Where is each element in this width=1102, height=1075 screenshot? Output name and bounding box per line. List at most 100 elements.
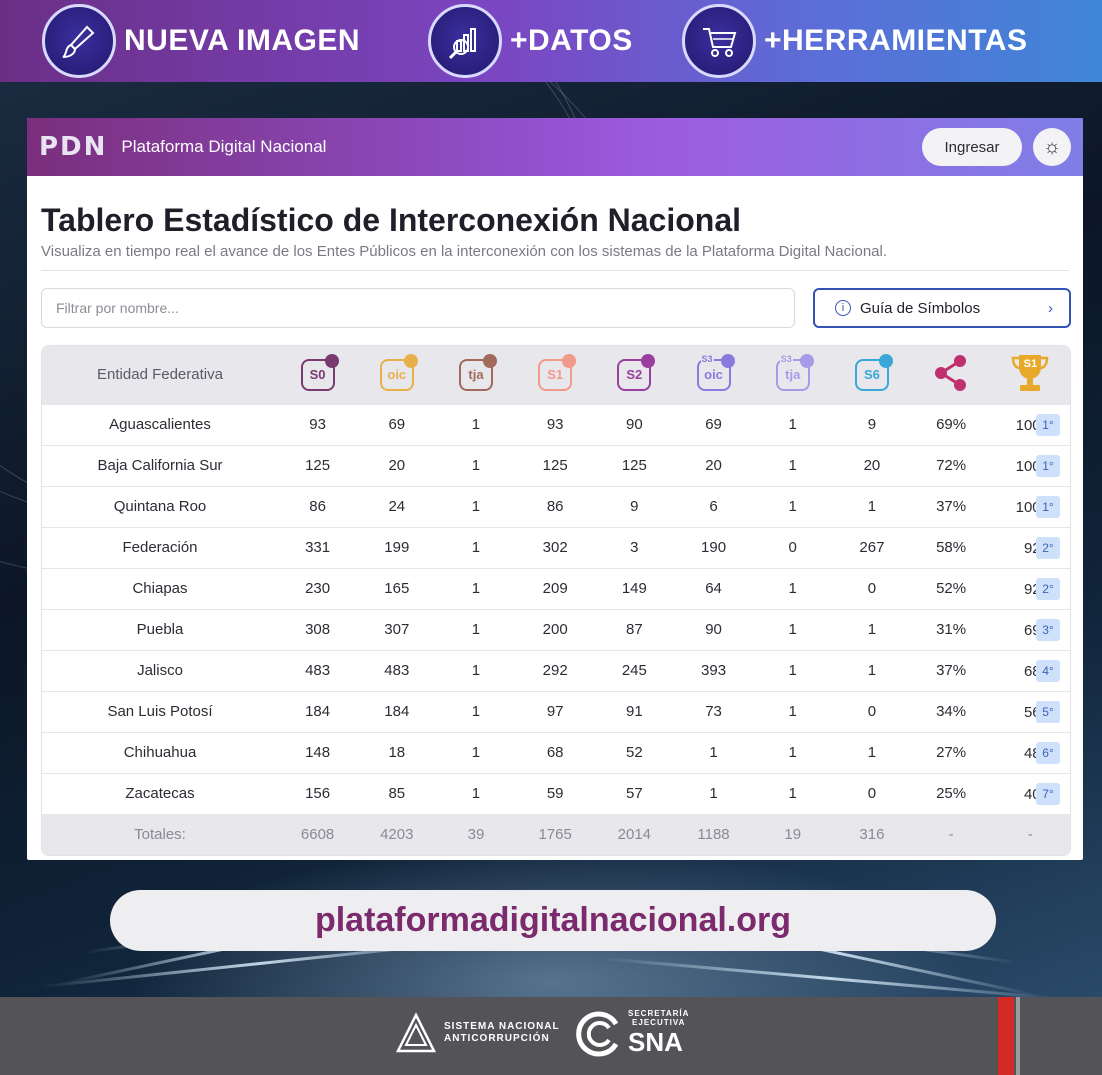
entity-name: Puebla: [42, 608, 278, 650]
value-cell: 24: [357, 485, 437, 527]
banner-label: +DATOS: [510, 24, 633, 57]
se-circle-icon: [576, 1011, 619, 1056]
login-button[interactable]: Ingresar: [922, 128, 1022, 166]
value-cell: 9: [594, 485, 674, 527]
table-row[interactable]: Quintana Roo 86 24 1 86 9 6 1 1 37% 100% 1°: [42, 485, 1070, 527]
analytics-icon: [428, 4, 502, 78]
value-cell: 184: [357, 690, 437, 732]
pct-cell: 37%: [911, 649, 991, 691]
website-url[interactable]: plataformadigitalnacional.org: [315, 901, 791, 940]
value-cell: 1: [832, 485, 912, 527]
value-cell: 59: [515, 772, 595, 814]
entity-name: Aguascalientes: [42, 403, 278, 445]
col-oic[interactable]: oic: [357, 346, 436, 404]
banner-item-datos: +DATOS: [428, 4, 633, 78]
rank-badge: 1°: [1036, 495, 1060, 518]
col-s1[interactable]: S1: [516, 346, 595, 404]
col-s3-tja[interactable]: S3 tja: [753, 346, 832, 404]
score-cell: 100% 1°: [990, 444, 1070, 486]
symbol-guide-button[interactable]: i Guía de Símbolos ›: [813, 288, 1071, 328]
value-cell: 1: [753, 485, 833, 527]
value-cell: 292: [515, 649, 595, 691]
theme-toggle-button[interactable]: ☼: [1033, 128, 1071, 166]
pct-cell: 37%: [911, 485, 991, 527]
s0-symbol-icon: S0: [300, 353, 339, 391]
value-cell: 1: [436, 690, 516, 732]
col-tja[interactable]: tja: [436, 346, 515, 404]
stats-table: Entidad Federativa S0 oic tja S1 S2 S3 oi…: [41, 345, 1071, 856]
entity-header[interactable]: Entidad Federativa: [42, 346, 278, 404]
table-row[interactable]: Zacatecas156851595711025% 40% 7°: [42, 772, 1070, 814]
s1-symbol-icon: S1: [538, 353, 577, 391]
filter-input[interactable]: [41, 288, 795, 328]
value-cell: 0: [753, 526, 833, 568]
pct-cell: 27%: [911, 731, 991, 773]
value-cell: 1: [436, 649, 516, 691]
score-cell: 69% 3°: [990, 608, 1070, 650]
table-row[interactable]: Chiapas2301651209149641052% 92% 2°: [42, 567, 1070, 609]
value-cell: 483: [357, 649, 437, 691]
value-cell: 1: [753, 403, 833, 445]
value-cell: 190: [673, 526, 754, 568]
rank-badge: 2°: [1036, 577, 1060, 600]
score-cell: 92% 2°: [990, 526, 1070, 568]
entity-name: Jalisco: [42, 649, 278, 691]
value-cell: 20: [357, 444, 437, 486]
website-url-pill[interactable]: plataformadigitalnacional.org: [110, 890, 996, 951]
total-cell: -: [948, 826, 954, 843]
col-trophy[interactable]: S1: [991, 346, 1070, 404]
rank-badge: 1°: [1036, 454, 1060, 477]
value-cell: 125: [278, 444, 358, 486]
totals-label: Totales:: [134, 826, 186, 843]
value-cell: 125: [515, 444, 595, 486]
value-cell: 85: [357, 772, 437, 814]
entity-name: Baja California Sur: [42, 444, 278, 486]
value-cell: 52: [594, 731, 674, 773]
rank-badge: 2°: [1036, 536, 1060, 559]
score-cell: 56% 5°: [990, 690, 1070, 732]
col-s6[interactable]: S6: [832, 346, 911, 404]
value-cell: 93: [515, 403, 595, 445]
value-cell: 393: [673, 649, 754, 691]
value-cell: 69: [673, 403, 754, 445]
table-row[interactable]: Puebla308307120087901131% 69% 3°: [42, 608, 1070, 650]
col-s0[interactable]: S0: [278, 346, 357, 404]
entity-name: San Luis Potosí: [42, 690, 278, 732]
total-cell: 4203: [380, 826, 414, 843]
value-cell: 1: [832, 649, 912, 691]
table-row[interactable]: Chihuahua148181685211127% 48% 6°: [42, 731, 1070, 773]
value-cell: 64: [673, 567, 754, 609]
sun-icon: ☼: [1042, 135, 1062, 158]
table-row[interactable]: Baja California Sur 125 20 1 125 125 20 1 20 72% …: [42, 444, 1070, 486]
value-cell: 209: [515, 567, 595, 609]
pdn-logo[interactable]: PDN: [39, 132, 107, 162]
value-cell: 86: [278, 485, 358, 527]
value-cell: 1: [436, 731, 516, 773]
sna-line2: ANTICORRUPCIÓN: [444, 1033, 550, 1044]
page-title: Tablero Estadístico de Interconexión Nac…: [41, 202, 742, 238]
value-cell: 200: [515, 608, 595, 650]
table-row[interactable]: San Luis Potosí18418419791731034% 56% 5°: [42, 690, 1070, 732]
table-row[interactable]: Federación33119913023190026758% 92% 2°: [42, 526, 1070, 568]
col-s2[interactable]: S2: [595, 346, 674, 404]
value-cell: 3: [594, 526, 674, 568]
value-cell: 90: [673, 608, 754, 650]
col-share[interactable]: [912, 346, 991, 404]
se-line1: SECRETARÍA: [628, 1009, 690, 1018]
dashboard-card: PDN Plataforma Digital Nacional Ingresar…: [27, 118, 1083, 860]
value-cell: 308: [278, 608, 358, 650]
table-header-row: Entidad Federativa S0 oic tja S1 S2 S3 oi…: [42, 346, 1070, 404]
oic-symbol-icon: oic: [379, 353, 418, 391]
value-cell: 1: [753, 567, 833, 609]
entity-name: Zacatecas: [42, 772, 278, 814]
value-cell: 6: [673, 485, 754, 527]
value-cell: 1: [436, 444, 516, 486]
table-row[interactable]: Jalisco48348312922453931137% 68% 4°: [42, 649, 1070, 691]
table-row[interactable]: Aguascalientes 93 69 1 93 90 69 1 9 69% 100% 1°: [42, 403, 1070, 445]
promo-banner: NUEVA IMAGEN +DATOS +HERRAMIENTAS: [0, 0, 1102, 82]
app-header: PDN Plataforma Digital Nacional Ingresar…: [27, 118, 1083, 176]
score-cell: 40% 7°: [990, 772, 1070, 814]
col-s3-oic[interactable]: S3 oic: [674, 346, 753, 404]
total-cell: 2014: [617, 826, 652, 843]
value-cell: 1: [753, 731, 833, 773]
